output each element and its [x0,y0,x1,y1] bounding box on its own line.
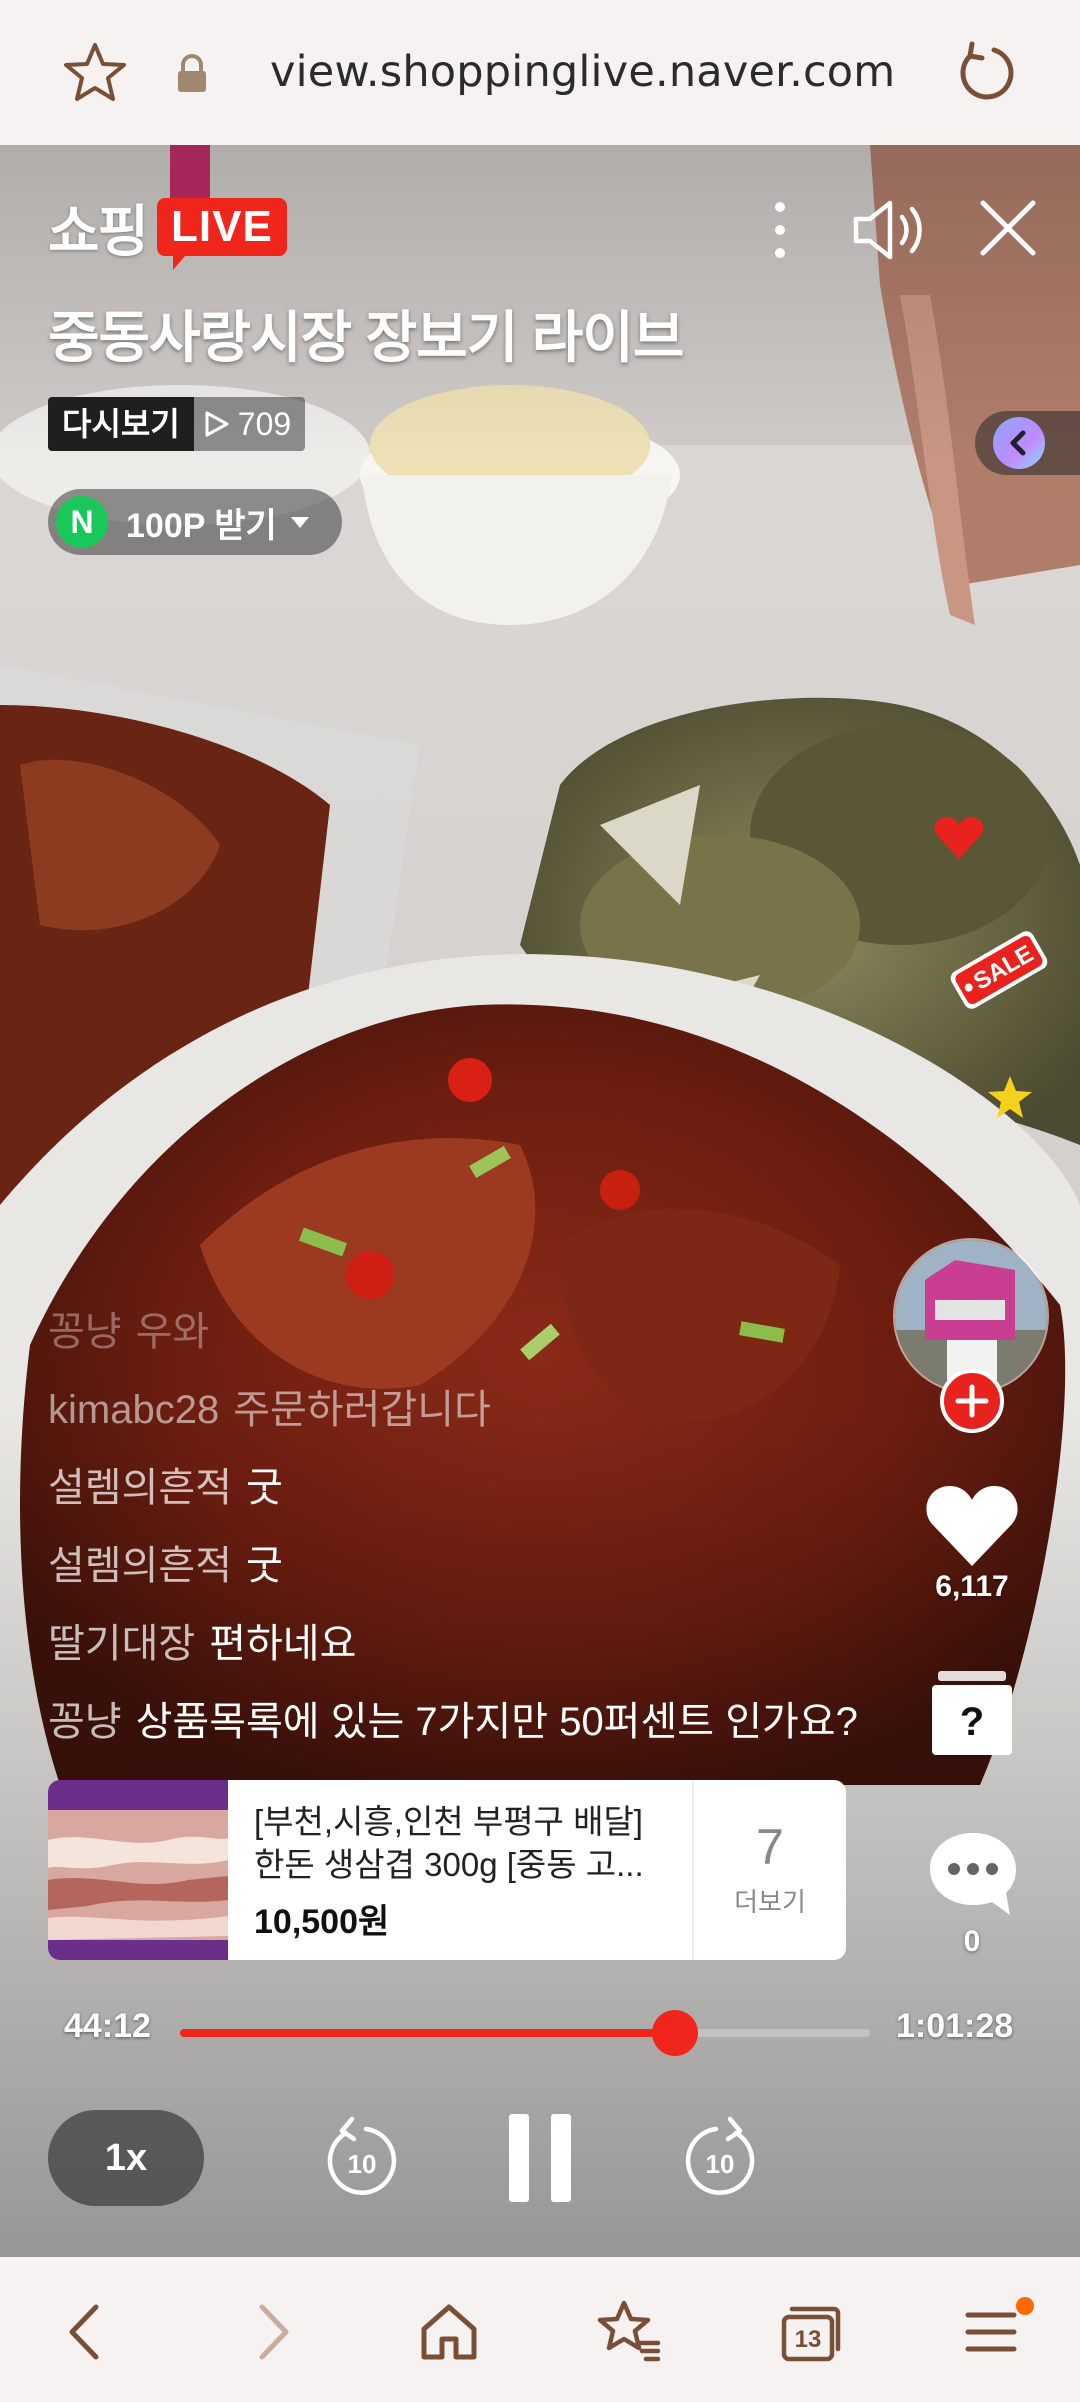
sound-on-icon[interactable] [850,195,930,265]
product-card[interactable]: [부천,시흥,인천 부평구 배달] 한돈 생삼겹 300g [중동 고... 1… [48,1780,846,1960]
close-icon[interactable] [975,195,1041,261]
comment-bubble-icon[interactable] [926,1829,1020,1919]
product-count: 7 [756,1819,784,1875]
progress-fill [180,2029,676,2037]
rewind-seconds: 10 [348,2149,377,2179]
chat-username: 꽁냥 [48,1700,122,1744]
play-count-icon [205,411,229,437]
more-options-icon[interactable] [760,195,800,265]
chevron-down-icon [290,516,309,528]
pause-icon[interactable] [505,2110,575,2206]
chat-message: 딸기대장 편하네요 [48,1605,928,1683]
product-name: [부천,시흥,인천 부평구 배달] 한돈 생삼겹 300g [중동 고... [254,1803,644,1883]
tab-count: 13 [795,2326,822,2353]
view-count: 709 [193,397,306,451]
chat-username: 꽁냥 [48,1310,122,1354]
chat-text: 우와 [135,1310,210,1354]
chat-text: 굿 [246,1466,283,1510]
comment-count: 0 [963,1925,981,1958]
get-points-button[interactable]: N 100P 받기 [48,489,342,555]
logo-text: 쇼핑 [48,199,149,263]
forward-10-icon[interactable]: 10 [680,2115,760,2201]
chat-message: 꽁냥 우와 [48,1293,928,1371]
chat-username: 딸기대장 [48,1622,196,1666]
tabs-button[interactable]: 13 [776,2297,846,2367]
follow-plus-icon[interactable] [938,1367,1006,1435]
product-price: 10,500원 [254,1903,390,1941]
home-icon[interactable] [414,2297,484,2367]
gradient-circle [993,417,1045,469]
chat-text: 편하네요 [209,1622,357,1666]
back-icon[interactable] [52,2297,122,2367]
chat-username: 설렘의흔적 [48,1544,232,1588]
chat-username: 설렘의흔적 [48,1466,232,1510]
rewind-10-icon[interactable]: 10 [322,2115,402,2201]
chat-username: kimabc28 [48,1388,220,1432]
more-products-button[interactable]: 7 더보기 [694,1780,846,1960]
view-count-value: 709 [237,406,292,442]
address-bar-url[interactable]: view.shoppinglive.naver.com [270,42,910,102]
bookmark-star-icon[interactable] [62,40,128,106]
get-points-label: 100P 받기 [126,506,277,545]
tabs-icon: 13 [781,2306,841,2362]
bookmarks-icon[interactable] [594,2297,664,2367]
progress-knob[interactable] [652,2010,699,2056]
product-thumbnail [48,1780,228,1960]
chevron-left-icon [1010,430,1026,456]
live-badge: LIVE [157,198,287,270]
chat-message: 설렘의흔적 굿 [48,1527,928,1605]
forward-icon[interactable] [236,2297,306,2367]
progress-bar[interactable] [180,2010,870,2056]
chat-message: kimabc28 주문하러갑니다 [48,1371,928,1449]
forward-seconds: 10 [706,2149,735,2179]
notification-dot [1016,2297,1034,2315]
replay-badge: 다시보기 [48,397,194,451]
side-panel-toggle[interactable] [975,411,1080,475]
chat-text: 주문하러갑니다 [233,1388,491,1432]
browser-top-bar: view.shoppinglive.naver.com [0,0,1080,145]
like-heart-icon[interactable] [922,1480,1022,1570]
replay-info: 다시보기 709 [48,397,306,451]
naver-n-icon: N [56,496,108,548]
floating-heart-icon [934,817,984,859]
reload-icon[interactable] [950,38,1020,108]
floating-star-icon [988,1076,1032,1118]
lock-icon [178,54,206,92]
like-count: 6,117 [935,1570,1009,1603]
live-video-player[interactable]: 쇼핑 LIVE 중동사랑시장 장보기 라이브 다시보기 709 N 100P 받… [0,145,1080,2257]
product-info: [부천,시흥,인천 부평구 배달] 한돈 생삼겹 300g [중동 고... 1… [228,1780,694,1960]
shopping-live-logo: 쇼핑 LIVE [48,187,287,270]
chat-text: 굿 [246,1544,283,1588]
total-time: 1:01:28 [896,2007,1014,2045]
browser-bottom-nav: 13 [0,2257,1080,2402]
quiz-mark: ? [960,1700,984,1744]
sale-sticker-icon: SALE [950,931,1048,1009]
quiz-card-icon[interactable]: ? [930,1667,1014,1757]
current-time: 44:12 [64,2007,151,2045]
live-title: 중동사랑시장 장보기 라이브 [48,306,684,369]
playback-speed-button[interactable]: 1x [48,2110,204,2206]
more-label: 더보기 [734,1887,806,1917]
chat-list: 꽁냥 우와 kimabc28 주문하러갑니다 설렘의흔적 굿 설렘의흔적 굿 딸기대장 편… [48,1293,928,1761]
chat-message: 설렘의흔적 굿 [48,1449,928,1527]
chat-message: 꽁냥 상품목록에 있는 7가지만 50퍼센트 인가요? [48,1683,928,1761]
chat-text: 상품목록에 있는 7가지만 50퍼센트 인가요? [135,1700,858,1744]
